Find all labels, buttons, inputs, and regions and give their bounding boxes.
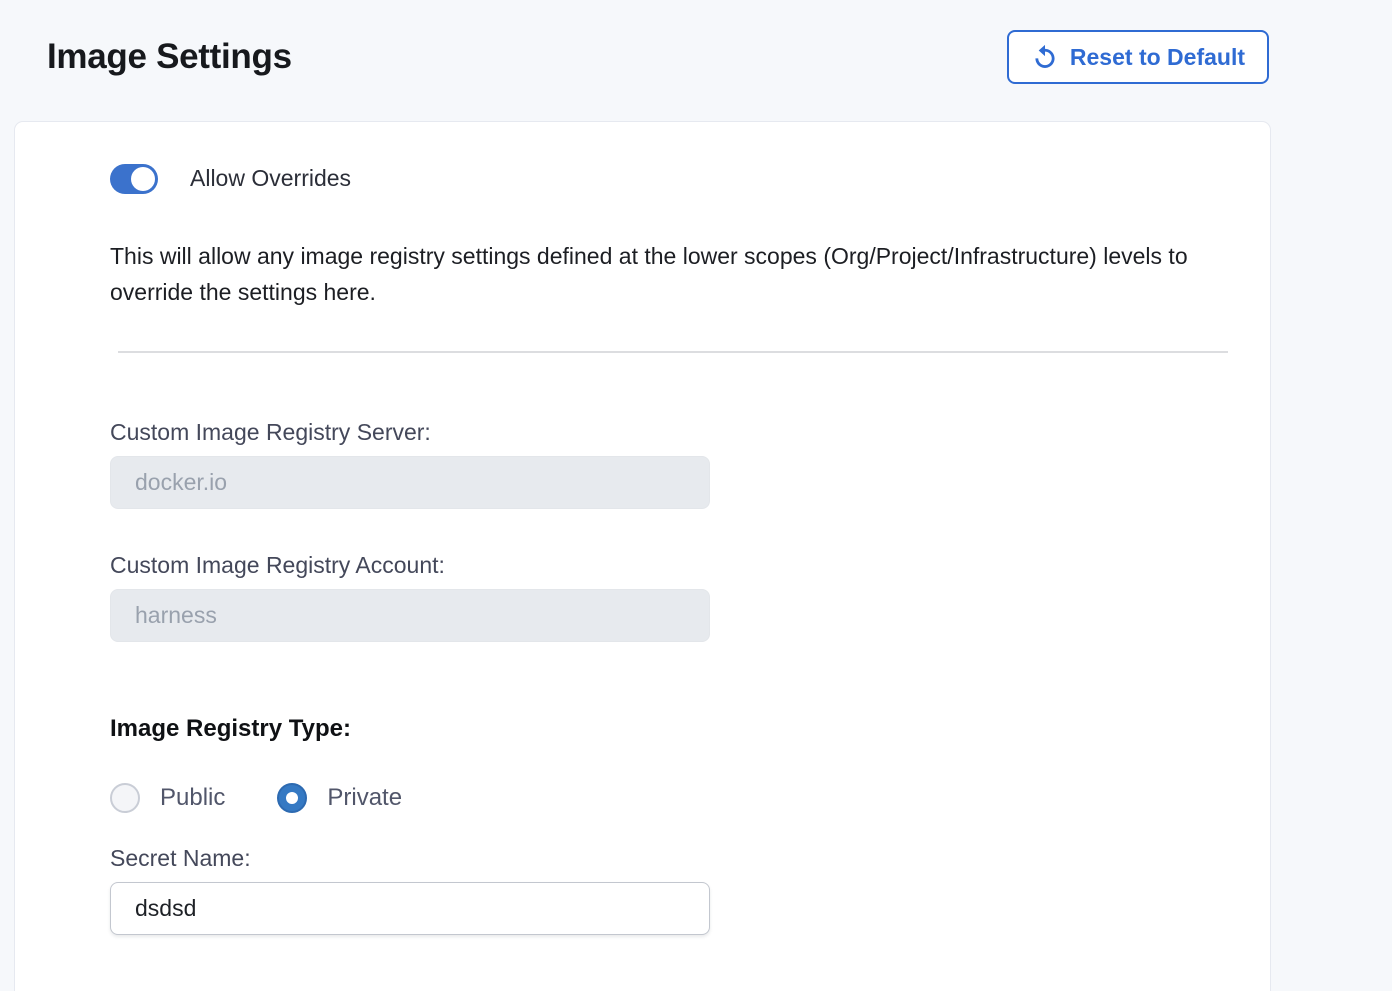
radio-option-public[interactable]: Public xyxy=(110,783,225,813)
page-header: Image Settings Reset to Default xyxy=(0,0,1392,84)
image-settings-page: Image Settings Reset to Default Allow Ov… xyxy=(0,0,1392,991)
allow-overrides-label: Allow Overrides xyxy=(190,165,351,192)
allow-overrides-row: Allow Overrides xyxy=(110,163,1270,194)
public-radio-button[interactable] xyxy=(110,783,140,813)
registry-account-input xyxy=(110,589,710,642)
public-radio-label: Public xyxy=(160,784,225,812)
registry-server-input xyxy=(110,456,710,509)
registry-account-label: Custom Image Registry Account: xyxy=(110,552,1270,579)
registry-server-label: Custom Image Registry Server: xyxy=(110,419,1270,446)
allow-overrides-toggle[interactable] xyxy=(110,164,158,194)
registry-type-label: Image Registry Type: xyxy=(110,715,1270,743)
private-radio-label: Private xyxy=(327,784,402,812)
page-title: Image Settings xyxy=(45,37,292,77)
private-radio-button[interactable] xyxy=(277,783,307,813)
registry-type-radio-group: Public Private xyxy=(110,783,1270,813)
secret-name-input[interactable] xyxy=(110,882,710,935)
toggle-knob xyxy=(131,167,155,191)
radio-option-private[interactable]: Private xyxy=(277,783,402,813)
reset-icon xyxy=(1031,43,1059,71)
reset-button-label: Reset to Default xyxy=(1070,44,1245,71)
reset-to-default-button[interactable]: Reset to Default xyxy=(1007,30,1269,84)
section-divider xyxy=(118,351,1228,353)
secret-name-label: Secret Name: xyxy=(110,845,1270,872)
overrides-description: This will allow any image registry setti… xyxy=(110,238,1225,310)
settings-card: Allow Overrides This will allow any imag… xyxy=(15,122,1270,991)
